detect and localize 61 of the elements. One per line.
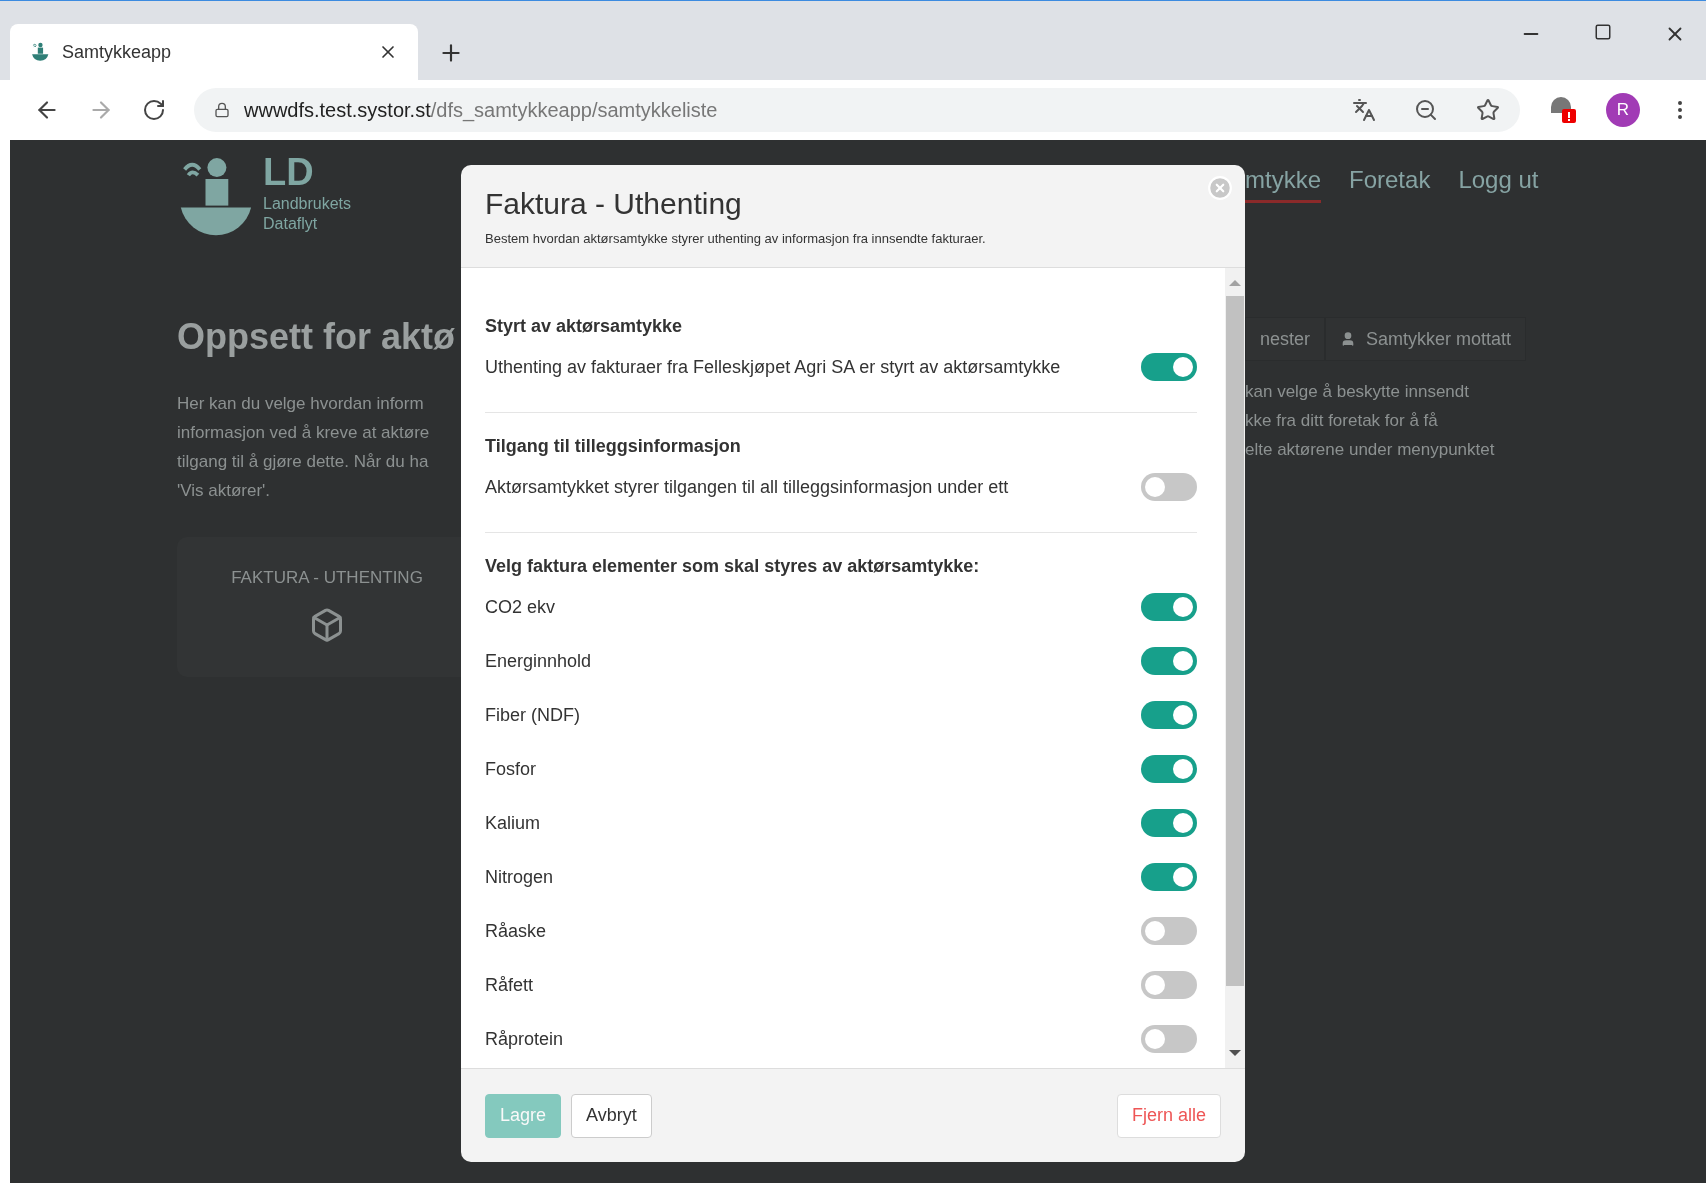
url-text: wwwdfs.test.systor.st/dfs_samtykkeapp/samtykkeliste: [244, 98, 718, 124]
extension-icon[interactable]: [1548, 95, 1578, 125]
page-heading: Oppsett for aktø: [177, 315, 456, 359]
setting-label: Nitrogen: [485, 865, 554, 889]
lock-icon: [214, 102, 230, 118]
logo-text: Dataflyt: [263, 214, 319, 234]
toggle-switch[interactable]: [1141, 917, 1197, 945]
toggle-switch[interactable]: [1141, 971, 1197, 999]
setting-label: Fosfor: [485, 757, 536, 781]
setting-label: Råprotein: [485, 1027, 564, 1051]
tab-title: Samtykkeapp: [62, 40, 173, 64]
logo-mark: LD: [263, 150, 315, 194]
cube-icon: [309, 606, 345, 643]
toggle-switch[interactable]: [1141, 809, 1197, 837]
profile-avatar[interactable]: R: [1606, 93, 1640, 127]
tab[interactable]: nester: [1245, 317, 1326, 361]
section-heading: Styrt av aktørsamtykke: [485, 315, 684, 338]
setting-label: Fiber (NDF): [485, 703, 580, 727]
section-heading: Tilgang til tilleggsinformasjon: [485, 435, 742, 458]
bookmark-star-icon[interactable]: [1476, 98, 1500, 122]
card-title: FAKTURA - UTHENTING: [231, 567, 423, 589]
toggle-switch[interactable]: [1141, 1025, 1197, 1053]
translate-icon[interactable]: [1352, 98, 1376, 122]
setting-label: Aktørsamtykket styrer tilgangen til all tilleggsinformasjon under ett: [485, 475, 1009, 499]
setting-label: Energinnhold: [485, 649, 592, 673]
setting-label: Råaske: [485, 919, 547, 943]
remove-all-button[interactable]: Fjern alle: [1116, 1093, 1221, 1138]
setting-label: CO2 ekv: [485, 595, 556, 619]
toggle-switch[interactable]: [1141, 755, 1197, 783]
modal-subtitle: Bestem hvordan aktørsamtykke styrer uthenting av informasjon fra innsendte fakturaer.: [485, 230, 987, 248]
zoom-icon[interactable]: [1414, 98, 1438, 122]
toggle-switch[interactable]: [1141, 701, 1197, 729]
scroll-up-icon[interactable]: [1229, 280, 1241, 286]
nav-link[interactable]: Logg ut: [1458, 161, 1539, 203]
toggle-switch[interactable]: [1141, 353, 1197, 381]
scroll-down-icon[interactable]: [1229, 1050, 1241, 1056]
browser-tab[interactable]: Samtykkeapp: [10, 24, 418, 80]
cancel-button[interactable]: Avbryt: [571, 1093, 652, 1138]
toggle-switch[interactable]: [1141, 863, 1197, 891]
paragraph-line: kke fra ditt foretak for å få: [1245, 410, 1439, 432]
paragraph-line: elte aktørene under menypunktet: [1245, 439, 1496, 461]
paragraph-line: kan velge å beskytte innsendt: [1245, 381, 1470, 403]
setting-label: Kalium: [485, 811, 541, 835]
toggle-switch[interactable]: [1141, 473, 1197, 501]
toggle-switch[interactable]: [1141, 647, 1197, 675]
tab[interactable]: Samtykker mottatt: [1325, 317, 1527, 361]
paragraph-line: Her kan du velge hvordan inform: [177, 393, 425, 415]
toggle-switch[interactable]: [1141, 593, 1197, 621]
maximize-icon[interactable]: [1594, 23, 1612, 41]
reload-icon[interactable]: [142, 98, 166, 122]
address-bar[interactable]: wwwdfs.test.systor.st/dfs_samtykkeapp/samtykkeliste: [194, 88, 1520, 132]
nav-link[interactable]: Foretak: [1349, 161, 1431, 203]
paragraph-line: informasjon ved å kreve at aktøre: [177, 422, 431, 444]
section-heading: Velg faktura elementer som skal styres av aktørsamtykke:: [485, 555, 981, 578]
modal-title: Faktura - Uthenting: [485, 186, 743, 222]
setting-label: Uthenting av fakturaer fra Felleskjøpet Agri SA er styrt av aktørsamtykke: [485, 355, 1061, 379]
paragraph-line: 'Vis aktører'.: [177, 480, 272, 502]
logo-text: Landbrukets: [263, 194, 352, 214]
scrollbar[interactable]: [1225, 268, 1245, 1068]
paragraph-line: tilgang til å gjøre dette. Når du ha: [177, 451, 430, 473]
setting-label: Råfett: [485, 973, 534, 997]
